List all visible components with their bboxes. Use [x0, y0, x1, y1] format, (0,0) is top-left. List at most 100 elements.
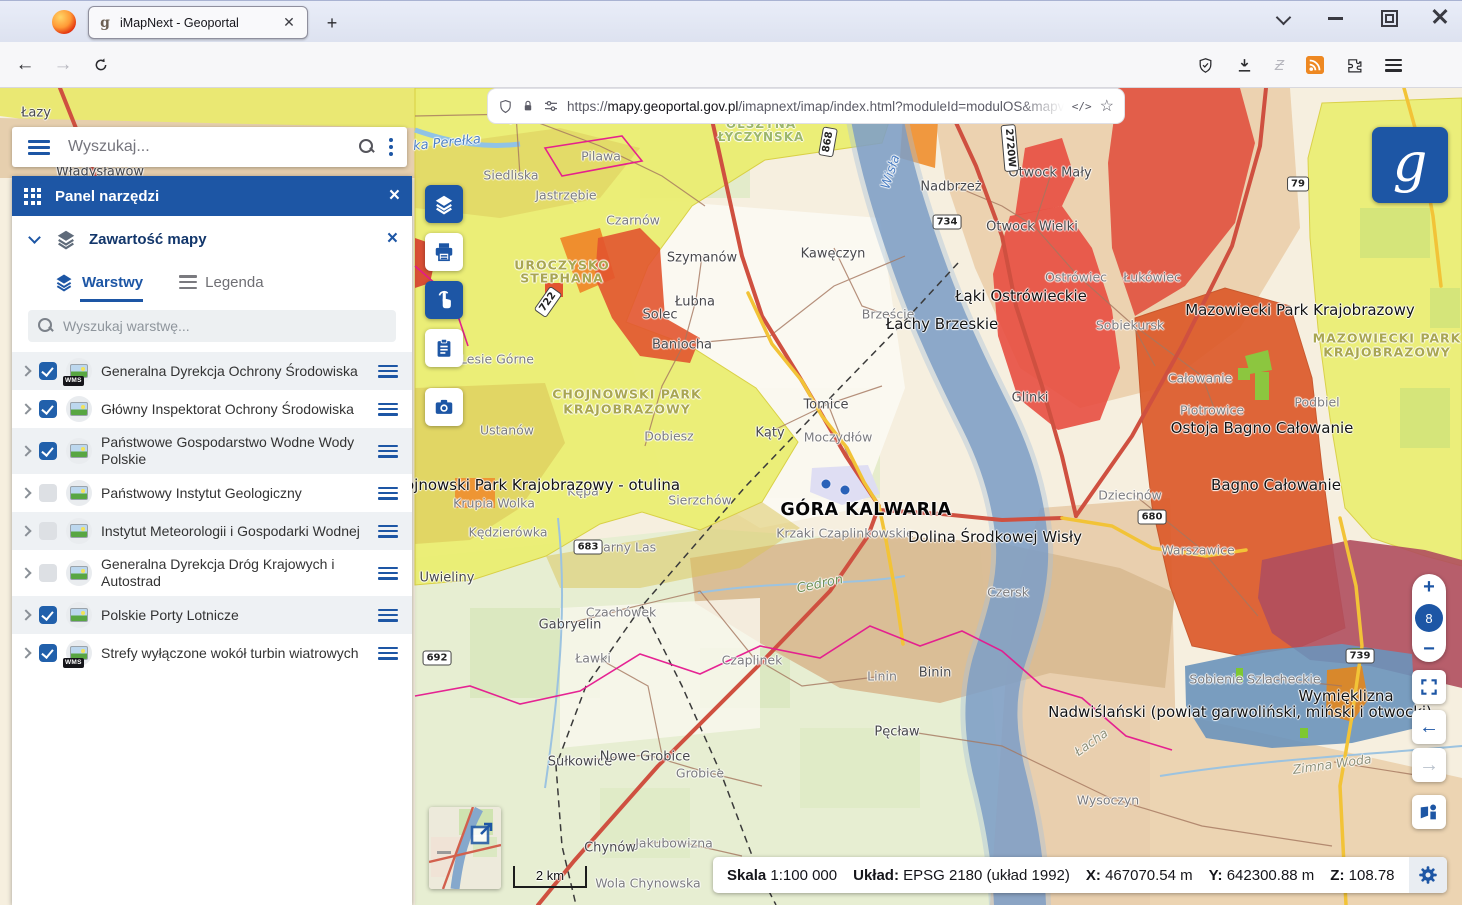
layer-checkbox[interactable] [39, 484, 57, 502]
more-options-icon[interactable] [389, 138, 393, 156]
layer-row[interactable]: WMS Generalna Dyrekcja Ochrony Środowisk… [12, 352, 412, 390]
layers-tool-button[interactable] [425, 185, 463, 223]
street-view-icon [1418, 801, 1440, 823]
tab-close-icon[interactable]: ✕ [279, 14, 299, 31]
expand-chevron-icon[interactable] [20, 445, 31, 456]
expand-chevron-icon[interactable] [20, 487, 31, 498]
list-tabs-icon[interactable] [1276, 9, 1292, 25]
layer-thumbnail-icon: WMS [66, 480, 92, 506]
tab-warstwy[interactable]: Warstwy [54, 262, 143, 302]
search-icon[interactable] [359, 139, 375, 155]
shield-icon[interactable] [498, 99, 513, 114]
overview-expand-button[interactable] [469, 820, 495, 846]
close-window-button[interactable] [1432, 9, 1448, 25]
expand-chevron-icon[interactable] [20, 609, 31, 620]
list-icon [179, 275, 197, 289]
layer-row[interactable]: WMS Strefy wyłączone wokół turbin wiatro… [12, 634, 412, 672]
url-bar[interactable]: https://mapy.geoportal.gov.pl/imapnext/i… [488, 89, 1124, 123]
layer-menu-icon[interactable] [378, 525, 398, 538]
forward-arrow-icon: → [1419, 754, 1439, 777]
layer-menu-icon[interactable] [378, 567, 398, 580]
map-settings-button[interactable] [1409, 857, 1447, 893]
layer-menu-icon[interactable] [378, 609, 398, 622]
expand-chevron-icon[interactable] [20, 647, 31, 658]
layer-menu-icon[interactable] [378, 487, 398, 500]
layer-checkbox[interactable] [39, 522, 57, 540]
download-icon[interactable] [1236, 57, 1253, 74]
layer-checkbox[interactable] [39, 400, 57, 418]
expand-chevron-icon[interactable] [20, 365, 31, 376]
shield-check-icon[interactable] [1197, 57, 1214, 74]
permissions-icon[interactable] [543, 99, 559, 113]
layer-checkbox[interactable] [39, 644, 57, 662]
menu-icon[interactable] [28, 140, 50, 155]
layer-checkbox[interactable] [39, 442, 57, 460]
zoom-level-badge: 8 [1415, 604, 1443, 632]
maximize-button[interactable] [1380, 9, 1396, 25]
geoportal-logo-button[interactable]: g [1372, 127, 1448, 203]
layer-search-placeholder: Wyszukaj warstwę... [63, 318, 190, 334]
history-back-button[interactable]: ← [1412, 710, 1446, 744]
app-menu-icon[interactable] [1385, 59, 1402, 72]
layer-checkbox[interactable] [39, 564, 57, 582]
map-status-bar: Skala 1:100 000 Układ: EPSG 2180 (układ … [713, 857, 1447, 893]
layer-checkbox[interactable] [39, 606, 57, 624]
chevron-down-icon[interactable] [28, 231, 41, 244]
layer-thumbnail-icon: WMS [66, 640, 92, 666]
section-close-button[interactable]: × [387, 228, 398, 250]
tab-legenda[interactable]: Legenda [179, 262, 263, 302]
print-tool-button[interactable] [425, 233, 463, 271]
map-search-bar[interactable]: Wyszukaj... [12, 127, 407, 167]
new-tab-button[interactable]: + [322, 13, 342, 34]
layer-label: Strefy wyłączone wokół turbin wiatrowych [101, 645, 369, 662]
layer-checkbox[interactable] [39, 362, 57, 380]
touch-pointer-icon [433, 289, 455, 311]
fullscreen-button[interactable] [1412, 670, 1446, 704]
print-icon [433, 241, 455, 263]
forward-button[interactable]: → [50, 52, 76, 78]
layer-thumbnail-icon: WMS [66, 518, 92, 544]
layer-menu-icon[interactable] [378, 445, 398, 458]
layer-menu-icon[interactable] [378, 647, 398, 660]
firefox-icon [52, 10, 76, 34]
layer-menu-icon[interactable] [378, 365, 398, 378]
layer-label: Instytut Meteorologii i Gospodarki Wodne… [101, 523, 369, 540]
panel-close-button[interactable]: × [389, 185, 400, 207]
zoom-in-button[interactable]: + [1423, 577, 1435, 597]
extensions-puzzle-icon[interactable] [1346, 57, 1363, 74]
history-forward-button[interactable]: → [1412, 748, 1446, 782]
back-button[interactable]: ← [12, 52, 38, 78]
expand-chevron-icon[interactable] [20, 525, 31, 536]
reader-code-icon[interactable]: </> [1072, 100, 1092, 113]
window-titlebar: g iMapNext - Geoportal ✕ + [0, 0, 1462, 42]
reload-button[interactable] [88, 52, 114, 78]
street-view-button[interactable] [1412, 795, 1446, 829]
layer-row[interactable]: WMS Instytut Meteorologii i Gospodarki W… [12, 512, 412, 550]
url-text[interactable]: https://mapy.geoportal.gov.pl/imapnext/i… [567, 99, 1064, 114]
translate-icon[interactable]: Ƶ [1275, 57, 1284, 74]
expand-chevron-icon[interactable] [20, 403, 31, 414]
layer-row[interactable]: WMS Główny Inspektorat Ochrony Środowisk… [12, 390, 412, 428]
select-touch-tool-button[interactable] [425, 281, 463, 319]
search-input[interactable]: Wyszukaj... [68, 138, 359, 156]
layer-search-field[interactable]: Wyszukaj warstwę... [28, 310, 396, 342]
layer-row[interactable]: WMS Państwowe Gospodarstwo Wodne Wody Po… [12, 428, 412, 474]
minimize-button[interactable] [1328, 9, 1344, 25]
y-coordinate: Y: 642300.88 m [1209, 867, 1315, 884]
search-icon [38, 318, 54, 334]
tab-title: iMapNext - Geoportal [120, 16, 279, 30]
layer-row[interactable]: WMS Państwowy Instytut Geologiczny [12, 474, 412, 512]
layer-row[interactable]: WMS Generalna Dyrekcja Dróg Krajowych i … [12, 550, 412, 596]
lock-icon[interactable] [521, 99, 535, 113]
screenshot-tool-button[interactable] [425, 388, 463, 426]
clipboard-tool-button[interactable] [425, 329, 463, 367]
expand-chevron-icon[interactable] [20, 567, 31, 578]
zoom-out-button[interactable]: − [1423, 639, 1435, 659]
rss-icon[interactable] [1306, 56, 1324, 74]
bookmark-star-icon[interactable]: ☆ [1100, 96, 1114, 116]
browser-tab[interactable]: g iMapNext - Geoportal ✕ [88, 6, 308, 39]
layers-icon [54, 272, 74, 292]
layer-row[interactable]: WMS Polskie Porty Lotnicze [12, 596, 412, 634]
layers-icon [55, 228, 77, 250]
layer-menu-icon[interactable] [378, 403, 398, 416]
